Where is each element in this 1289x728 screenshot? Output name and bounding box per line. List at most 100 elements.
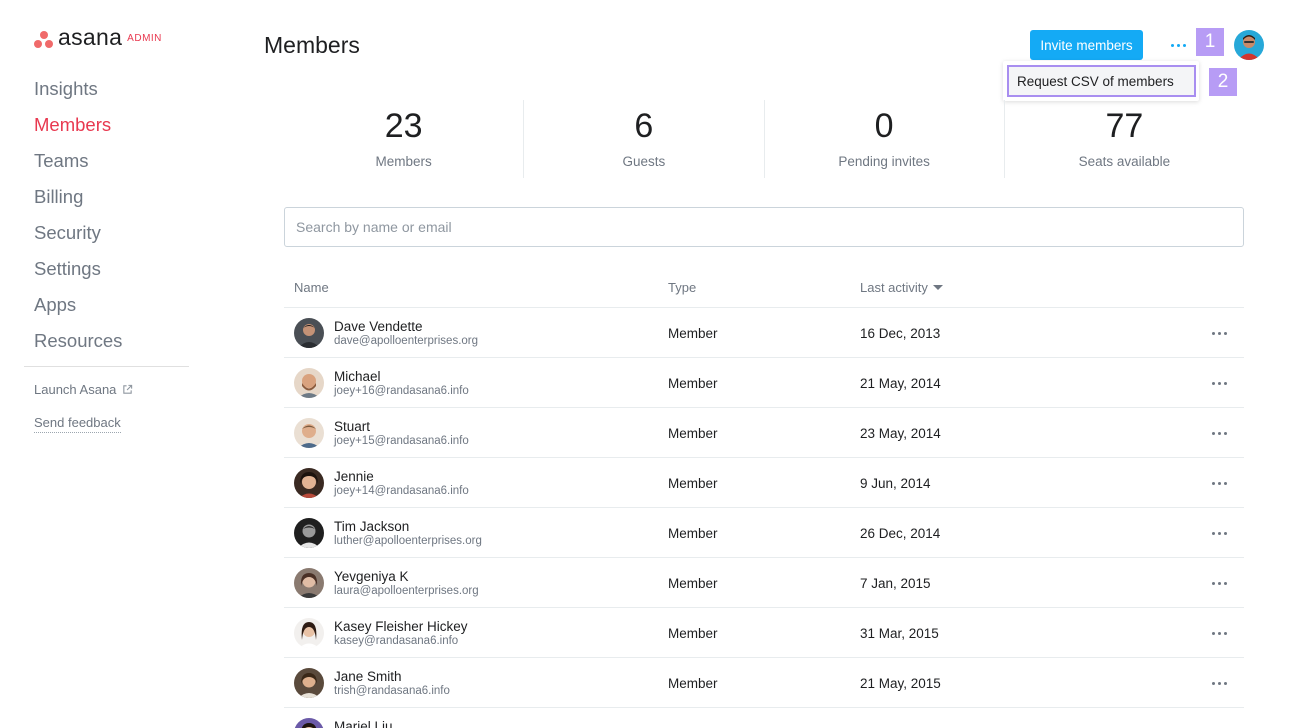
sidebar-divider xyxy=(24,366,189,367)
row-more-button[interactable] xyxy=(1207,577,1231,589)
sidebar-item-insights[interactable]: Insights xyxy=(34,74,122,110)
member-avatar xyxy=(294,468,324,498)
sidebar-item-security[interactable]: Security xyxy=(34,218,122,254)
member-type: Member xyxy=(668,326,718,341)
invite-members-button[interactable]: Invite members xyxy=(1030,30,1143,60)
sidebar-item-teams[interactable]: Teams xyxy=(34,146,122,182)
table-row[interactable]: Tim Jackson luther@apolloenterprises.org… xyxy=(284,508,1244,558)
stat-guests: 6 Guests xyxy=(524,100,765,178)
member-avatar-icon xyxy=(294,368,324,398)
member-last-activity: 9 Jun, 2014 xyxy=(860,476,931,491)
admin-badge: ADMIN xyxy=(127,33,162,44)
stat-label: Guests xyxy=(622,154,666,169)
launch-asana-label: Launch Asana xyxy=(34,382,117,397)
member-name: Jane Smith xyxy=(334,669,402,684)
member-avatar xyxy=(294,368,324,398)
member-email: kasey@randasana6.info xyxy=(334,635,459,647)
launch-asana-link[interactable]: Launch Asana xyxy=(34,382,133,397)
member-avatar-icon xyxy=(294,518,324,548)
table-row[interactable]: Stuart joey+15@randasana6.info Member 23… xyxy=(284,408,1244,458)
more-horizontal-icon xyxy=(1170,43,1186,47)
member-avatar xyxy=(294,618,324,648)
row-more-button[interactable] xyxy=(1207,427,1231,439)
user-avatar[interactable] xyxy=(1234,30,1264,60)
table-row[interactable]: Kasey Fleisher Hickey kasey@randasana6.i… xyxy=(284,608,1244,658)
member-type: Member xyxy=(668,676,718,691)
sidebar-item-settings[interactable]: Settings xyxy=(34,254,122,290)
member-search-input[interactable] xyxy=(284,207,1244,247)
table-row[interactable]: Jennie joey+14@randasana6.info Member 9 … xyxy=(284,458,1244,508)
sidebar-item-billing[interactable]: Billing xyxy=(34,182,122,218)
more-horizontal-icon xyxy=(1211,631,1227,635)
stat-pending-invites: 0 Pending invites xyxy=(765,100,1005,178)
member-type: Member xyxy=(668,476,718,491)
member-email: joey+16@randasana6.info xyxy=(334,385,469,397)
member-last-activity: 31 Mar, 2015 xyxy=(860,626,939,641)
more-options-button[interactable] xyxy=(1166,34,1190,56)
table-row[interactable]: Yevgeniya K laura@apolloenterprises.org … xyxy=(284,558,1244,608)
table-row[interactable]: Mariel Liu xyxy=(284,708,1244,728)
step-marker-2: 2 xyxy=(1209,68,1237,96)
sidebar-item-apps[interactable]: Apps xyxy=(34,290,122,326)
member-avatar-icon xyxy=(294,618,324,648)
logo-wordmark: asana xyxy=(58,24,123,50)
sidebar-item-resources[interactable]: Resources xyxy=(34,326,122,362)
more-options-dropdown: Request CSV of members xyxy=(1003,61,1199,101)
asana-logo-icon xyxy=(34,30,53,48)
member-avatar xyxy=(294,318,324,348)
column-header-type[interactable]: Type xyxy=(668,280,696,295)
stat-label: Seats available xyxy=(1078,154,1171,169)
column-header-name[interactable]: Name xyxy=(294,280,329,295)
member-last-activity: 16 Dec, 2013 xyxy=(860,326,941,341)
stat-value: 23 xyxy=(384,107,423,145)
row-more-button[interactable] xyxy=(1207,327,1231,339)
request-csv-menu-item[interactable]: Request CSV of members xyxy=(1007,65,1196,97)
more-horizontal-icon xyxy=(1211,581,1227,585)
member-avatar-icon xyxy=(294,718,324,728)
member-last-activity: 23 May, 2014 xyxy=(860,426,941,441)
member-avatar-icon xyxy=(294,318,324,348)
table-row[interactable]: Jane Smith trish@randasana6.info Member … xyxy=(284,658,1244,708)
member-avatar-icon xyxy=(294,668,324,698)
sidebar: asana ADMIN Insights Members Teams Billi… xyxy=(0,0,220,728)
table-row[interactable]: Dave Vendette dave@apolloenterprises.org… xyxy=(284,308,1244,358)
member-avatar-icon xyxy=(294,418,324,448)
member-email: trish@randasana6.info xyxy=(334,685,450,697)
member-email: joey+14@randasana6.info xyxy=(334,485,469,497)
stat-members: 23 Members xyxy=(284,100,525,178)
members-table-header: Name Type Last activity xyxy=(284,268,1244,308)
external-link-icon xyxy=(123,384,133,394)
member-name: Stuart xyxy=(334,419,371,434)
send-feedback-link[interactable]: Send feedback xyxy=(34,415,121,433)
sidebar-nav: Insights Members Teams Billing Security … xyxy=(34,74,122,362)
member-email: dave@apolloenterprises.org xyxy=(334,335,479,347)
more-horizontal-icon xyxy=(1211,531,1227,535)
member-last-activity: 7 Jan, 2015 xyxy=(860,576,931,591)
member-email: laura@apolloenterprises.org xyxy=(334,585,479,597)
row-more-button[interactable] xyxy=(1207,527,1231,539)
row-more-button[interactable] xyxy=(1207,377,1231,389)
column-header-last-activity[interactable]: Last activity xyxy=(860,280,943,295)
member-name: Kasey Fleisher Hickey xyxy=(334,619,468,634)
page-title: Members xyxy=(264,32,360,58)
row-more-button[interactable] xyxy=(1207,477,1231,489)
more-horizontal-icon xyxy=(1211,681,1227,685)
row-more-button[interactable] xyxy=(1207,627,1231,639)
row-more-button[interactable] xyxy=(1207,677,1231,689)
stat-value: 0 xyxy=(874,107,894,145)
stat-value: 6 xyxy=(634,107,654,145)
members-table-body: Dave Vendette dave@apolloenterprises.org… xyxy=(284,308,1244,728)
member-avatar xyxy=(294,718,324,728)
more-horizontal-icon xyxy=(1211,431,1227,435)
member-email: luther@apolloenterprises.org xyxy=(334,535,482,547)
member-avatar xyxy=(294,668,324,698)
table-row[interactable]: Michael joey+16@randasana6.info Member 2… xyxy=(284,358,1244,408)
more-horizontal-icon xyxy=(1211,381,1227,385)
member-email: joey+15@randasana6.info xyxy=(334,435,469,447)
member-name: Dave Vendette xyxy=(334,319,423,334)
asana-logo[interactable]: asana ADMIN xyxy=(34,24,162,50)
member-last-activity: 21 May, 2014 xyxy=(860,376,941,391)
caret-down-icon xyxy=(932,285,943,290)
member-type: Member xyxy=(668,576,718,591)
sidebar-item-members[interactable]: Members xyxy=(34,110,122,146)
